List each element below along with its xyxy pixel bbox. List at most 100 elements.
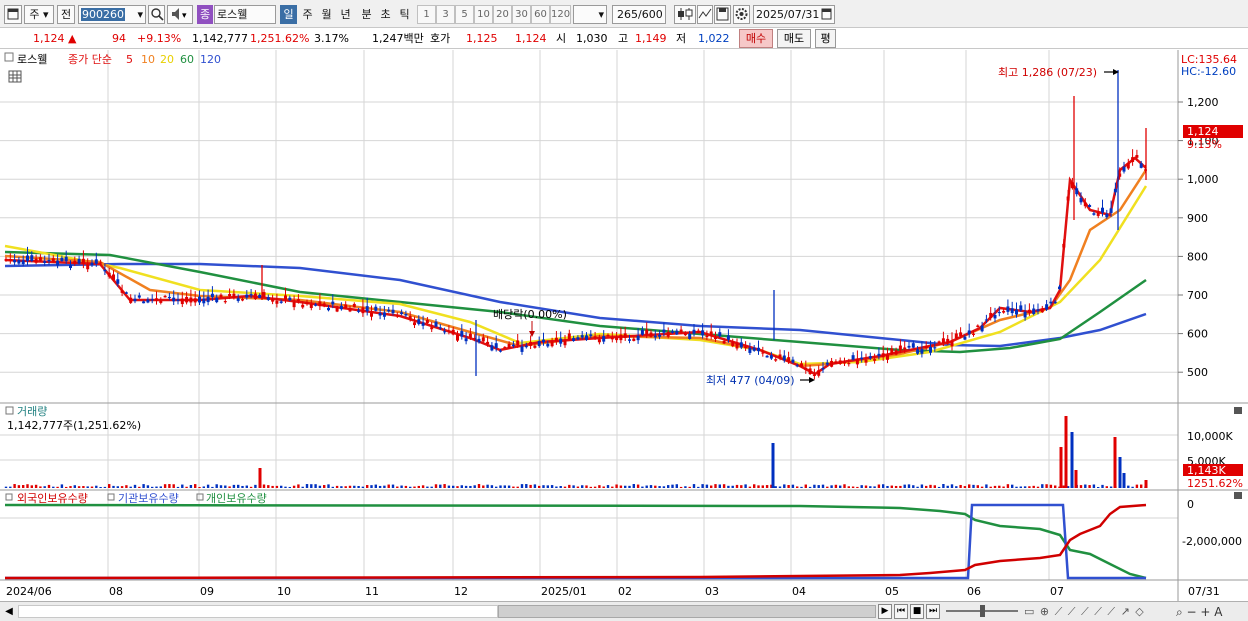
period-week[interactable]: 주 xyxy=(299,5,316,24)
volume-bar xyxy=(516,486,519,488)
volume-bar xyxy=(69,486,72,488)
zoom-slider-handle[interactable] xyxy=(980,605,985,617)
holding-legend-institution[interactable]: 기관보유수량 xyxy=(118,492,179,505)
candle-body xyxy=(658,334,662,337)
interval-120[interactable]: 120 xyxy=(550,5,571,24)
volume-bar xyxy=(1079,485,1083,488)
bar-count-input[interactable]: 265/600 xyxy=(612,5,666,24)
holding-legend-individual[interactable]: 개인보유수량 xyxy=(206,492,267,505)
stop-icon[interactable]: ■ xyxy=(910,604,924,619)
interval-custom-select[interactable]: ▾ xyxy=(573,5,607,24)
volume-panel-close-icon[interactable] xyxy=(1234,407,1242,414)
interval-20[interactable]: 20 xyxy=(493,5,512,24)
chart-canvas[interactable]: 로스웰 종가 단순 5 10 20 60 120 LC:135.64 HC:-1… xyxy=(0,50,1248,602)
candle-body xyxy=(189,297,193,303)
settings-icon[interactable] xyxy=(733,5,750,24)
code-input[interactable]: 900260 ▾ xyxy=(78,5,146,24)
holding-legend-foreign[interactable]: 외국인보유수량 xyxy=(17,492,88,505)
scroll-track[interactable] xyxy=(18,605,498,618)
candle-body xyxy=(929,346,932,353)
interval-60[interactable]: 60 xyxy=(531,5,550,24)
period-day[interactable]: 일 xyxy=(280,5,297,24)
volume-bar xyxy=(340,486,343,488)
volume-panel-title[interactable]: 거래량 xyxy=(17,405,47,418)
volume-bar xyxy=(697,486,700,488)
date-input[interactable]: 2025/07/31 xyxy=(753,5,835,24)
zoom-controls[interactable]: ⌕ − + A xyxy=(1176,604,1246,620)
volume-bar xyxy=(271,485,274,488)
candle-body xyxy=(309,304,313,309)
buy-button[interactable]: 매수 xyxy=(739,29,773,48)
volume-bar xyxy=(211,486,214,488)
market-select[interactable]: 주 ▾ xyxy=(24,5,54,24)
candle-body xyxy=(778,354,782,359)
candle-body xyxy=(47,259,51,262)
candle-body xyxy=(804,367,808,371)
volume-bar xyxy=(632,484,635,488)
volume-bar xyxy=(1045,484,1048,488)
search-icon[interactable] xyxy=(148,5,165,24)
period-month[interactable]: 월 xyxy=(318,5,335,24)
period-tick[interactable]: 틱 xyxy=(396,5,413,24)
candle-body xyxy=(228,294,232,297)
candle-body xyxy=(447,330,451,332)
holding-panel-close-icon[interactable] xyxy=(1234,492,1242,499)
candle-body xyxy=(623,333,627,338)
stock-name-field[interactable]: 로스웰 xyxy=(214,5,276,24)
volume-bar xyxy=(718,484,721,488)
speaker-icon[interactable]: ▾ xyxy=(167,5,193,24)
interval-10[interactable]: 10 xyxy=(474,5,493,24)
candle-body xyxy=(787,357,791,362)
candle-body xyxy=(180,298,184,305)
period-year[interactable]: 년 xyxy=(337,5,354,24)
candle-body xyxy=(916,349,920,354)
play-icon[interactable]: ▶ xyxy=(878,604,892,619)
candle-body xyxy=(51,258,55,262)
period-minute[interactable]: 분 xyxy=(358,5,375,24)
interval-3[interactable]: 3 xyxy=(436,5,455,24)
candle-chart-icon[interactable] xyxy=(674,5,696,24)
candle-body xyxy=(825,362,829,365)
candle-body xyxy=(1010,308,1014,314)
candle-body xyxy=(632,338,636,341)
save-icon[interactable] xyxy=(714,5,731,24)
price-panel-name[interactable]: 로스웰 xyxy=(17,53,47,66)
candle-body xyxy=(683,333,687,336)
period-second[interactable]: 초 xyxy=(377,5,394,24)
calendar-icon[interactable] xyxy=(821,7,832,25)
volume-bar xyxy=(950,484,954,488)
candle-body xyxy=(524,345,528,348)
volume-bar xyxy=(1032,485,1035,488)
volume-bar xyxy=(146,485,150,488)
volume-bar xyxy=(1011,484,1014,488)
fast-forward-icon[interactable]: ⏭ xyxy=(926,604,940,619)
volume-bar xyxy=(387,484,390,488)
interval-30[interactable]: 30 xyxy=(512,5,531,24)
candle-body xyxy=(64,256,68,262)
table-toggle-icon[interactable] xyxy=(8,70,22,83)
scroll-thumb[interactable] xyxy=(498,605,876,618)
candle-body xyxy=(142,301,146,304)
interval-5[interactable]: 5 xyxy=(455,5,474,24)
volume-bar xyxy=(237,484,240,488)
candle-body xyxy=(726,335,730,340)
volume-bar xyxy=(400,485,403,488)
eval-button[interactable]: 평 xyxy=(815,29,836,48)
candle-body xyxy=(830,360,834,367)
compare-icon[interactable] xyxy=(697,5,713,24)
sell-button[interactable]: 매도 xyxy=(777,29,811,48)
rewind-icon[interactable]: ⏮ xyxy=(894,604,908,619)
scroll-left-icon[interactable]: ◀ xyxy=(2,604,16,619)
candle-body xyxy=(94,259,98,264)
prev-button[interactable]: 전 xyxy=(57,5,75,24)
volume-bar xyxy=(787,485,790,488)
window-icon[interactable] xyxy=(4,5,22,24)
candle-body xyxy=(374,306,378,311)
interval-1[interactable]: 1 xyxy=(417,5,436,24)
hc-label: HC:-12.60 xyxy=(1181,65,1236,78)
scroll-bar[interactable]: ◀ ▶ ⏮ ■ ⏭ ▭ ⊕ ⟋ ⟋ ⟋ ⟋ ⟋ ↗ ◇ ⌕ − + A xyxy=(0,601,1248,621)
volume-bar xyxy=(198,486,201,488)
volume-bar xyxy=(641,486,644,488)
candle-body xyxy=(705,335,709,338)
drawing-tools[interactable]: ▭ ⊕ ⟋ ⟋ ⟋ ⟋ ⟋ ↗ ◇ xyxy=(1024,604,1174,620)
